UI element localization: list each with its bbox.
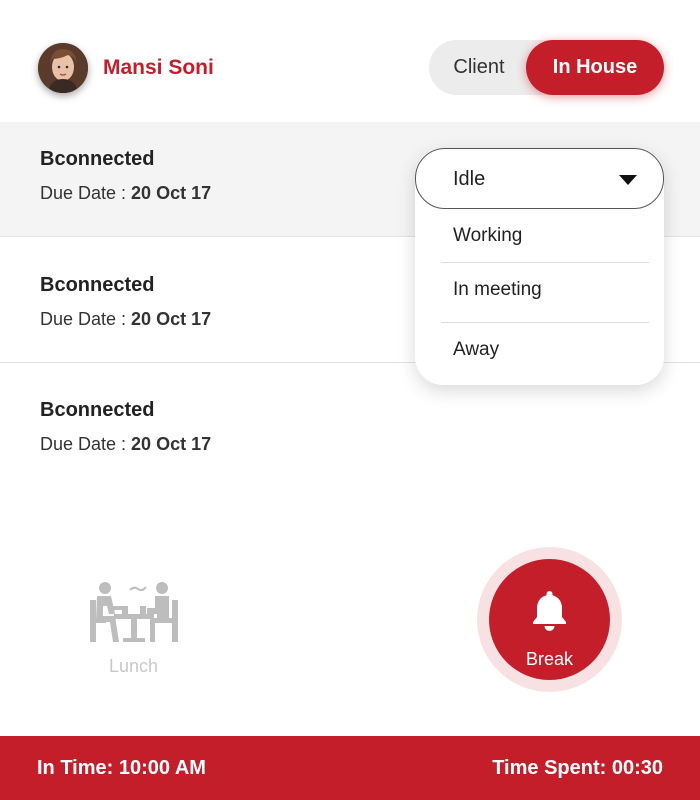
task-due-date: Due Date : 20 Oct 17 [40,309,212,329]
footer-bar: In Time: 10:00 AM Time Spent: 00:30 [0,736,700,800]
lunch-label: Lunch [108,656,159,676]
break-label: Break [525,649,574,669]
people-dining-icon [89,582,178,642]
avatar[interactable] [38,43,88,93]
status-selected-value: Idle [453,168,486,190]
lunch-button[interactable]: Lunch [86,580,181,680]
in-time: In Time: 10:00 AM [37,757,206,779]
status-option-away[interactable]: Away [441,323,649,377]
break-button-core[interactable]: Break [489,559,610,680]
status-option-working[interactable]: Working [441,209,649,263]
caret-down-icon [619,175,637,185]
task-title: Bconnected [40,399,155,421]
status-select[interactable]: Idle [415,148,664,209]
task-title: Bconnected [40,148,155,170]
toggle-inhouse-button[interactable]: In House [526,40,664,95]
status-dropdown: Idle Working In meeting Away [415,148,664,385]
time-spent: Time Spent: 00:30 [492,757,663,779]
user-name: Mansi Soni [103,56,214,79]
status-option-in-meeting[interactable]: In meeting [441,263,649,323]
toggle-client-button[interactable]: Client [429,40,529,95]
task-due-date: Due Date : 20 Oct 17 [40,183,212,203]
task-row[interactable]: Bconnected Due Date : 20 Oct 17 [0,373,700,488]
bell-icon [533,591,566,631]
header: Mansi Soni Client In House [0,0,700,122]
break-button[interactable]: Break [477,547,622,692]
task-title: Bconnected [40,274,155,296]
task-due-date: Due Date : 20 Oct 17 [40,434,212,454]
work-location-toggle[interactable]: Client In House [429,40,664,95]
